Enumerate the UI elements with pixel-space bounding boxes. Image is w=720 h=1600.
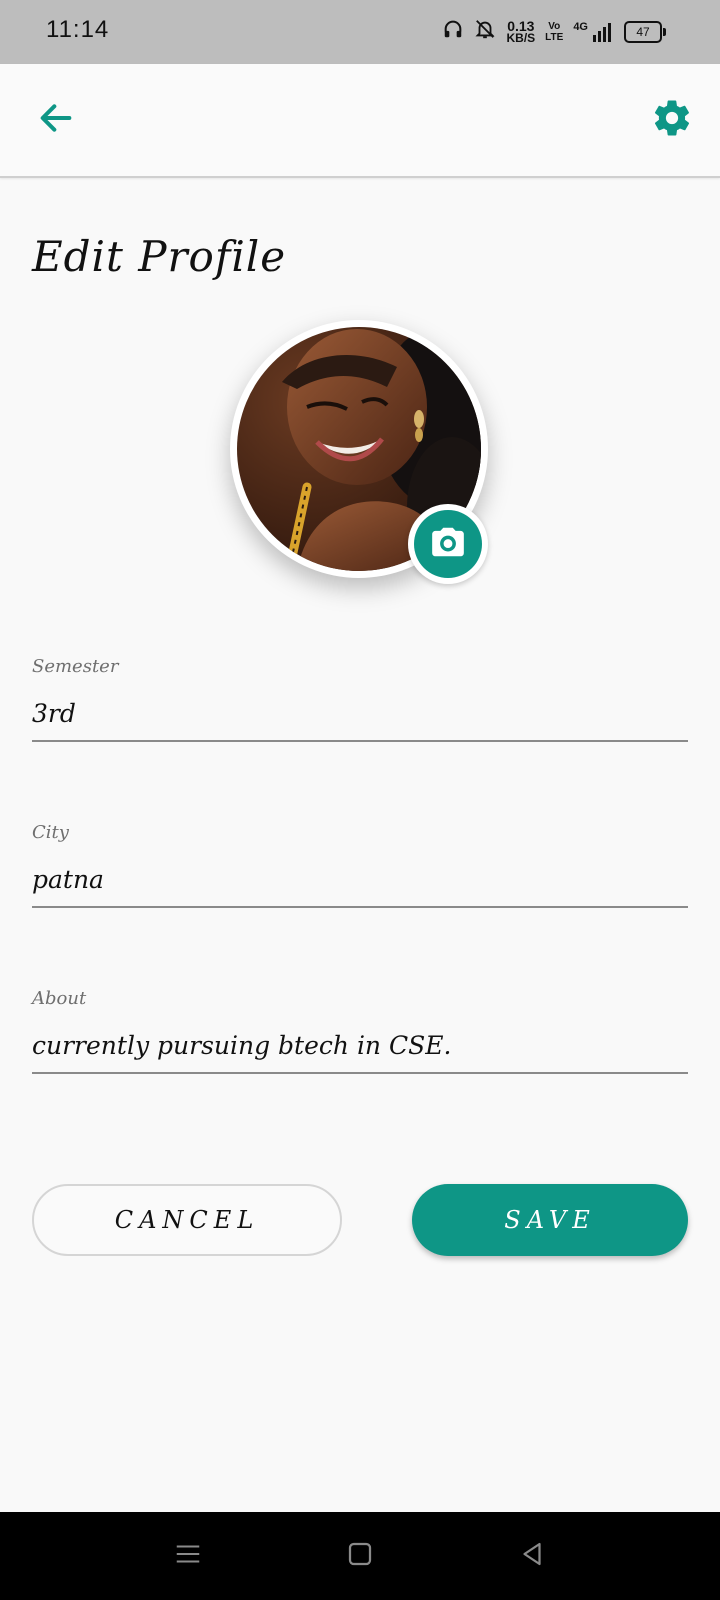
- status-time: 11:14: [46, 16, 110, 43]
- back-triangle-icon: [517, 1539, 547, 1573]
- battery-level: 47: [636, 24, 650, 39]
- volte-top: Vo: [548, 20, 561, 32]
- save-button[interactable]: SAVE: [412, 1184, 688, 1256]
- camera-icon: [429, 523, 467, 565]
- gear-icon: [651, 97, 693, 143]
- net-speed: 0.13 KB/S: [506, 17, 536, 45]
- settings-button[interactable]: [644, 92, 700, 148]
- city-input[interactable]: [32, 859, 688, 908]
- net-speed-unit: KB/S: [506, 30, 536, 45]
- headphones-icon: [442, 18, 464, 45]
- avatar-container: [230, 320, 490, 584]
- home-icon: [345, 1539, 375, 1573]
- page-title: Edit Profile: [32, 232, 287, 281]
- about-input[interactable]: [32, 1025, 688, 1074]
- home-button[interactable]: [340, 1536, 380, 1576]
- network-type: 4G: [573, 20, 588, 33]
- about-field: About: [32, 988, 688, 1074]
- volte-indicator: Vo LTE: [545, 21, 563, 43]
- menu-button[interactable]: [168, 1536, 208, 1576]
- arrow-left-icon: [36, 98, 76, 142]
- semester-input[interactable]: [32, 693, 688, 742]
- menu-icon: [173, 1539, 203, 1573]
- system-nav-bar: [0, 1512, 720, 1600]
- change-photo-button[interactable]: [408, 504, 488, 584]
- net-speed-value: 0.13: [507, 17, 535, 34]
- cancel-button[interactable]: CANCEL: [32, 1184, 342, 1256]
- back-button[interactable]: [30, 94, 82, 146]
- volte-bottom: LTE: [545, 31, 564, 43]
- system-back-button[interactable]: [512, 1536, 552, 1576]
- city-field: City: [32, 822, 688, 908]
- battery-icon: 47: [624, 20, 666, 43]
- semester-field: Semester: [32, 656, 688, 742]
- city-label: City: [32, 822, 69, 843]
- status-icons: 0.13 KB/S Vo LTE 4G 47: [442, 17, 666, 45]
- status-bar: 11:14 0.13 KB/S Vo LTE 4G 47: [0, 0, 720, 64]
- app-bar: [0, 64, 720, 178]
- about-label: About: [32, 988, 87, 1009]
- bell-off-icon: [474, 18, 496, 45]
- signal-icon: 4G: [573, 21, 614, 43]
- semester-label: Semester: [32, 656, 119, 677]
